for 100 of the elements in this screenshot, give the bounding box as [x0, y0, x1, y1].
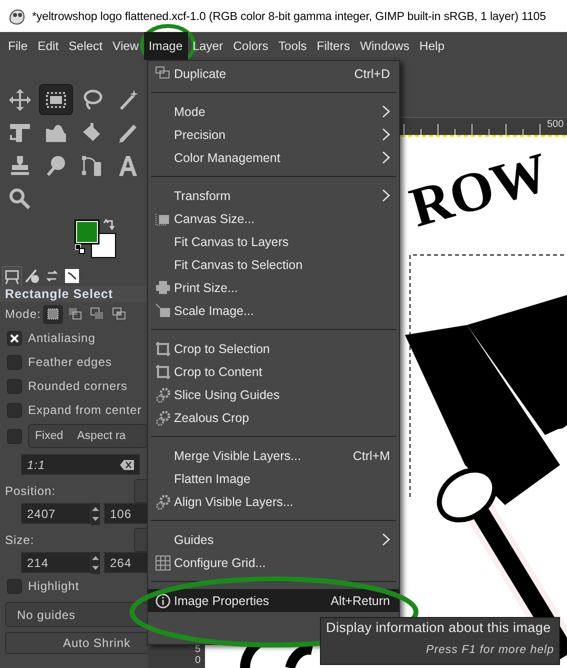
menu-item[interactable]: Color Management: [148, 146, 399, 169]
fixed-label: Fixed: [35, 430, 64, 442]
menu-item[interactable]: Image: [144, 32, 188, 60]
spin-arrows-icon[interactable]: [91, 503, 100, 525]
menu-item[interactable]: Merge Visible Layers... Ctrl+M: [148, 444, 399, 467]
guides-dropdown[interactable]: No guides: [5, 602, 148, 627]
logo-lettering: ROW: [404, 141, 556, 240]
crop-icon: [155, 364, 171, 380]
checkbox[interactable]: [7, 354, 22, 370]
menu-item[interactable]: File: [3, 32, 33, 60]
ruler-label: 500: [547, 119, 564, 130]
checkbox[interactable]: [7, 428, 22, 444]
auto-shrink-button[interactable]: Auto Shrink: [5, 632, 148, 654]
menu-item[interactable]: Transform: [148, 184, 399, 207]
ratio-field[interactable]: 1:1: [21, 454, 140, 475]
cross-icon: [10, 334, 19, 342]
menu-item[interactable]: Tools: [273, 32, 312, 60]
ruler-label: 50: [195, 644, 202, 666]
menu-item[interactable]: Crop to Content: [148, 360, 399, 383]
option-label: Expand from center: [28, 403, 142, 417]
easel-icon: [4, 268, 20, 284]
menu-item[interactable]: Help: [414, 32, 450, 60]
menu-item[interactable]: Canvas Size...: [148, 207, 399, 230]
checkbox[interactable]: [7, 578, 22, 594]
menu-item[interactable]: Configure Grid...: [148, 551, 399, 574]
window-title: *yeltrowshop logo flattened.xcf-1.0 (RGB color 8-bit gamma integer, GIMP built-in sRGB, 1 layer) 1105: [32, 10, 546, 22]
menu-item[interactable]: Print Size...: [148, 276, 399, 299]
stamp-icon: [8, 154, 32, 178]
checkbox[interactable]: [7, 330, 22, 346]
device-status-icon: [24, 268, 40, 284]
replace-mode-icon: [44, 306, 61, 322]
tooltip-text: Display information about this image: [326, 620, 552, 635]
menu-item[interactable]: Duplicate Ctrl+D: [148, 62, 399, 85]
swap-colors-icon[interactable]: [103, 218, 115, 230]
menu-item[interactable]: Edit: [32, 32, 64, 60]
field-label: Position:: [5, 484, 56, 498]
menu-item[interactable]: View: [108, 32, 144, 60]
subtract-mode-icon: [88, 306, 105, 322]
default-colors-icon[interactable]: [75, 244, 85, 254]
intersect-mode-icon: [110, 306, 127, 322]
printer-icon: [155, 280, 171, 296]
menu-item[interactable]: Zealous Crop: [148, 406, 399, 429]
dock-tab[interactable]: [62, 266, 82, 286]
scale-image-icon: [155, 302, 171, 318]
shortcut-label: Alt+Return: [330, 594, 390, 608]
menu-item[interactable]: Fit Canvas to Layers: [148, 230, 399, 253]
text-tool-icon: [116, 154, 140, 178]
menu-item[interactable]: Select: [64, 32, 108, 60]
color-swatches-drawing[interactable]: [74, 219, 118, 259]
tool-button[interactable]: [39, 84, 73, 115]
smudge-icon: [44, 154, 68, 178]
menu-item[interactable]: Guides: [148, 528, 399, 551]
tool-options-title: Rectangle Select: [0, 286, 148, 302]
info-icon: [155, 592, 171, 608]
number-field[interactable]: 2407: [21, 503, 91, 524]
grid-icon: [155, 554, 171, 570]
checkbox[interactable]: [7, 402, 22, 418]
menu-item[interactable]: Fit Canvas to Selection: [148, 253, 399, 276]
number-field[interactable]: 264: [104, 552, 148, 573]
zoom-icon: [8, 186, 32, 210]
menu-item[interactable]: Mode: [148, 100, 399, 123]
menu-item[interactable]: Windows: [354, 32, 414, 60]
menu-item[interactable]: Filters: [312, 32, 355, 60]
dropdown-value: Aspect ra: [77, 430, 126, 442]
option-label: Rounded corners: [28, 379, 128, 393]
gear-icon: [155, 386, 171, 402]
shortcut-label: Ctrl+D: [354, 66, 390, 80]
duplicate-icon: [155, 66, 171, 82]
menu-item[interactable]: Slice Using Guides: [148, 383, 399, 406]
add-mode-icon: [66, 306, 83, 322]
checkbox[interactable]: [7, 378, 22, 394]
number-field[interactable]: 214: [21, 552, 91, 573]
app-icon: [8, 7, 26, 25]
image-thumbnail-icon: [64, 268, 80, 284]
menu-item[interactable]: Crop to Selection: [148, 337, 399, 360]
crop-icon: [155, 340, 171, 356]
gear-icon: [155, 410, 171, 426]
fixed-dropdown[interactable]: Fixed Aspect ra: [28, 424, 148, 448]
undo-history-icon: [44, 268, 60, 284]
menu-item[interactable]: Colors: [228, 32, 274, 60]
mode-button[interactable]: [42, 304, 63, 324]
field-label: Size:: [5, 533, 34, 547]
option-label: Antialiasing: [28, 331, 96, 345]
menu-item[interactable]: Image Properties Alt+Return: [148, 589, 399, 612]
menu-item[interactable]: Scale Image...: [148, 299, 399, 322]
field-value: 1:1: [27, 458, 46, 472]
number-field[interactable]: 106: [104, 503, 148, 524]
spin-arrows-icon[interactable]: [91, 552, 100, 574]
option-label: Feather edges: [28, 355, 112, 369]
menu-item[interactable]: Layer: [188, 32, 228, 60]
menu-item[interactable]: Align Visible Layers...: [148, 490, 399, 513]
option-label: Highlight: [28, 579, 80, 593]
tooltip-hint: Press F1 for more help: [425, 644, 554, 656]
menu-item[interactable]: Precision: [148, 123, 399, 146]
clear-icon[interactable]: [120, 460, 134, 470]
gear-icon: [155, 494, 171, 510]
dock-tab[interactable]: [2, 266, 22, 286]
paths-tool-icon: [80, 154, 104, 178]
move-tool-icon: [8, 88, 32, 112]
menu-item[interactable]: Flatten Image: [148, 467, 399, 490]
